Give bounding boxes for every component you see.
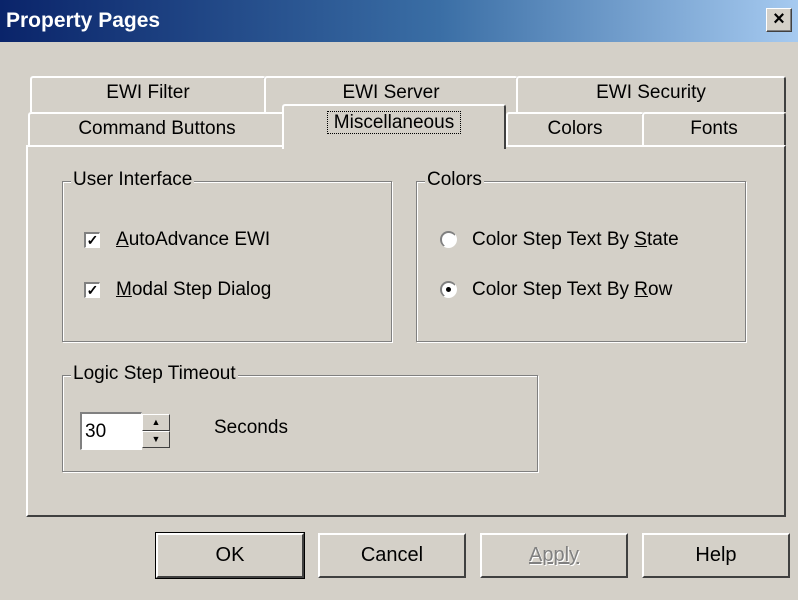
modal-step-dialog-checkbox[interactable]: ✓ (84, 282, 100, 298)
label-text-rest: tate (646, 229, 679, 250)
label-text-rest: ow (648, 279, 673, 300)
radio-selected-dot-icon (446, 287, 451, 292)
color-by-state-radio[interactable] (440, 231, 457, 248)
colors-group: Colors (416, 169, 746, 342)
tab-colors[interactable]: Colors (506, 112, 644, 147)
spin-up-button[interactable]: ▲ (142, 414, 170, 431)
checkmark-icon: ✓ (86, 282, 99, 298)
tab-fonts[interactable]: Fonts (642, 112, 786, 147)
color-by-row-label[interactable]: Color Step Text By Row (472, 279, 672, 301)
user-interface-group: User Interface (62, 169, 392, 342)
cancel-button[interactable]: Cancel (318, 533, 466, 578)
group-title: Colors (425, 169, 484, 191)
autoadvance-ewi-label[interactable]: AutoAdvance EWI (116, 229, 270, 251)
tab-command-buttons[interactable]: Command Buttons (28, 112, 286, 147)
autoadvance-rest: utoAdvance EWI (128, 229, 271, 250)
title-bar[interactable]: Property Pages × (0, 0, 798, 42)
help-label: Help (695, 544, 737, 566)
timeout-input[interactable]: 30 (80, 412, 142, 450)
tab-label: Fonts (690, 118, 738, 139)
tab-miscellaneous[interactable]: Miscellaneous (282, 104, 506, 149)
tab-label: Colors (547, 118, 603, 139)
help-button[interactable]: Help (642, 533, 790, 578)
tab-label: Command Buttons (78, 118, 236, 139)
timeout-value: 30 (85, 421, 107, 442)
autoadvance-ewi-checkbox[interactable]: ✓ (84, 232, 100, 248)
apply-button[interactable]: Apply (480, 533, 628, 578)
tab-label: EWI Filter (106, 82, 190, 103)
label-text: Color Step Text By (472, 229, 635, 250)
seconds-label: Seconds (214, 417, 288, 438)
tab-label: Miscellaneous (326, 111, 462, 134)
modal-rest: odal Step Dialog (131, 279, 272, 300)
tab-ewi-security[interactable]: EWI Security (516, 76, 786, 112)
label-text: Color Step Text By (472, 279, 635, 300)
window-title: Property Pages (6, 9, 161, 32)
modal-step-dialog-label[interactable]: Modal Step Dialog (116, 279, 271, 301)
color-by-row-radio[interactable] (440, 281, 457, 298)
apply-label: Apply (528, 544, 580, 566)
cancel-label: Cancel (360, 544, 424, 566)
spin-down-button[interactable]: ▼ (142, 431, 170, 448)
close-icon: × (773, 8, 785, 30)
tab-label: EWI Security (596, 82, 706, 103)
ok-button[interactable]: OK (155, 532, 305, 579)
checkmark-icon: ✓ (86, 232, 99, 248)
color-by-state-label[interactable]: Color Step Text By State (472, 229, 679, 251)
arrow-down-icon: ▼ (151, 434, 161, 444)
group-title: Logic Step Timeout (71, 363, 238, 385)
tab-ewi-filter[interactable]: EWI Filter (30, 76, 266, 112)
ok-label: OK (215, 544, 245, 566)
tab-label: EWI Server (342, 82, 440, 103)
group-title: User Interface (71, 169, 195, 191)
arrow-up-icon: ▲ (151, 417, 161, 427)
close-button[interactable]: × (766, 8, 792, 32)
